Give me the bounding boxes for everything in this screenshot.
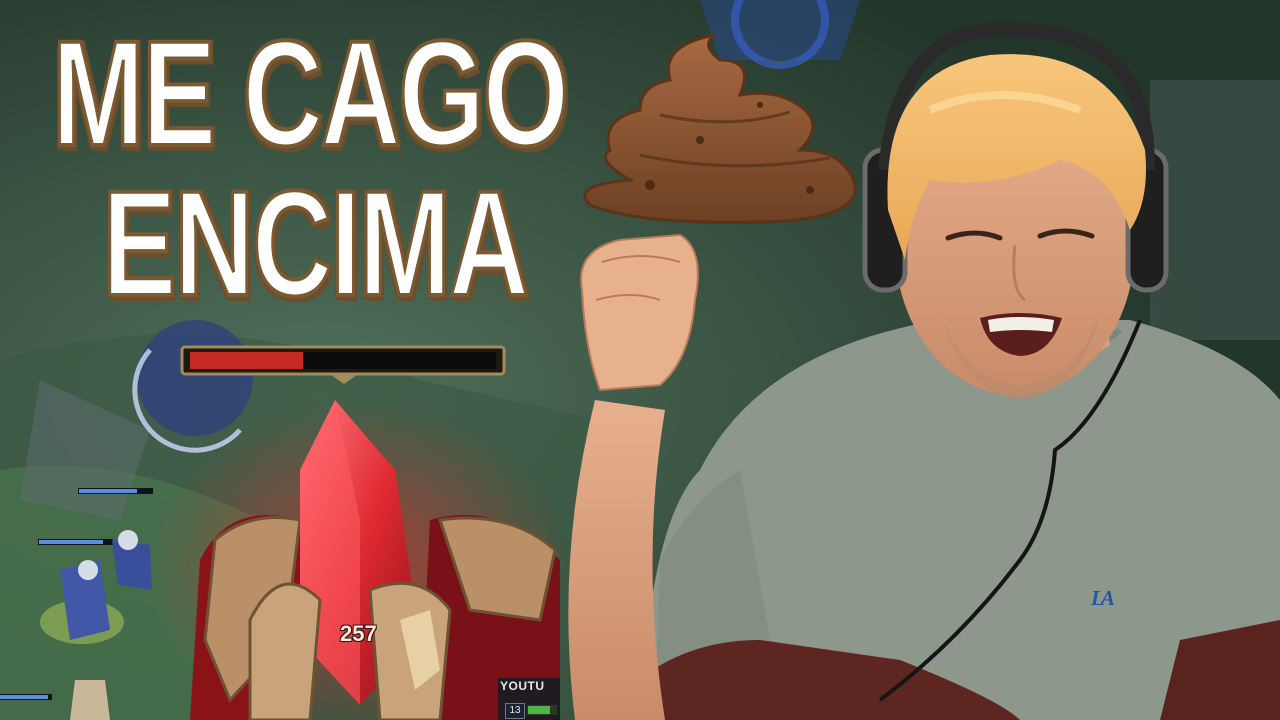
title-line-1: ME CAGO [51,9,571,177]
shirt-logo: LA [1091,586,1115,610]
thumbnail-scene: ME CAGO ENCIMA 257 YOUTU 13 LA [0,0,1280,720]
thumbnail-title: ME CAGO ENCIMA [51,9,571,327]
hud-level-badge: 13 [505,703,525,719]
health-fill [190,352,304,369]
title-line-2: ENCIMA [101,159,531,327]
damage-number: 257 [340,621,377,646]
hud-player-tag: YOUTU [500,679,545,693]
